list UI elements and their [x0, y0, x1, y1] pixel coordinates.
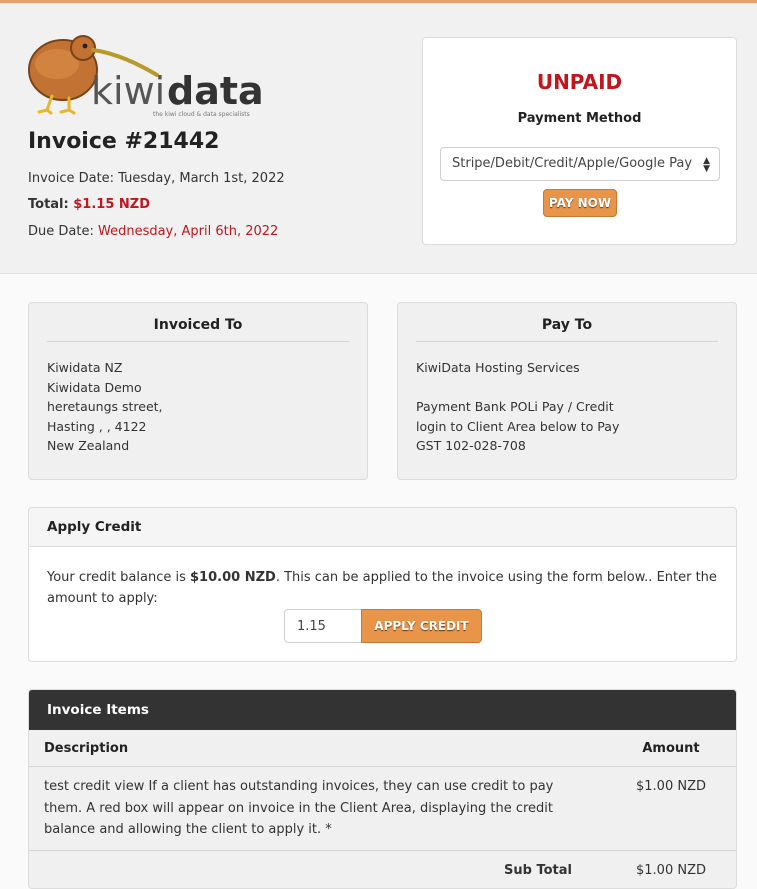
pay-now-button[interactable]: PAY NOW — [543, 189, 617, 217]
pay-to-line: login to Client Area below to Pay — [416, 418, 620, 434]
subtotal-label: Sub Total — [29, 850, 606, 888]
credit-balance: $10.00 NZD — [190, 570, 276, 585]
subtotal-value: $1.00 NZD — [606, 850, 736, 888]
invoice-date-value: Tuesday, March 1st, 2022 — [118, 171, 285, 186]
invoice-total-label: Total: — [28, 197, 69, 212]
payment-status: UNPAID — [536, 70, 623, 94]
invoice-due-date: Due Date: Wednesday, April 6th, 2022 — [28, 224, 278, 239]
credit-text-before: Your credit balance is — [47, 570, 191, 585]
payment-method-value: Stripe/Debit/Credit/Apple/Google Pay — [452, 156, 693, 171]
kiwi-bird-icon: kiwi data the kiwi cloud & data speciali… — [28, 35, 264, 118]
pay-to-spacer — [416, 378, 619, 398]
invoice-date: Invoice Date: Tuesday, March 1st, 2022 — [28, 171, 285, 186]
svg-text:data: data — [167, 69, 264, 113]
invoice-title: Invoice #21442 — [28, 129, 220, 154]
kiwidata-logo: kiwi data the kiwi cloud & data speciali… — [27, 30, 277, 120]
subtotal-row: Sub Total $1.00 NZD — [29, 850, 736, 888]
pay-to-details: KiwiData Hosting Services Payment Bank P… — [416, 358, 619, 456]
payment-box: UNPAID Payment Method Stripe/Debit/Credi… — [422, 37, 737, 245]
pay-to-line: GST 102-028-708 — [416, 438, 526, 453]
invoiced-to-address: Kiwidata NZ Kiwidata Demo heretaungs str… — [47, 358, 163, 456]
pay-to-title: Pay To — [416, 317, 718, 342]
invoice-date-label: Invoice Date: — [28, 171, 115, 186]
amount-column-header: Amount — [606, 730, 736, 767]
svg-text:kiwi: kiwi — [91, 69, 165, 113]
apply-credit-title: Apply Credit — [29, 508, 736, 547]
invoice-items-panel: Invoice Items Description Amount test cr… — [28, 689, 737, 889]
invoice-total: Total: $1.15 NZD — [28, 197, 150, 212]
pay-to-line: KiwiData Hosting Services — [416, 360, 580, 375]
address-line: Kiwidata NZ — [47, 360, 123, 375]
address-line: heretaungs street, — [47, 399, 163, 414]
item-description: test credit view If a client has outstan… — [29, 766, 606, 851]
payment-method-select[interactable]: Stripe/Debit/Credit/Apple/Google Pay ▲ ▼ — [440, 147, 720, 181]
address-line: Kiwidata Demo — [47, 379, 142, 395]
pay-to-line: Payment Bank POLi Pay / Credit — [416, 399, 614, 414]
credit-amount-input[interactable]: 1.15 — [284, 609, 362, 643]
invoiced-to-title: Invoiced To — [47, 317, 349, 342]
apply-credit-button[interactable]: APPLY CREDIT — [361, 609, 482, 643]
pay-to-panel: Pay To KiwiData Hosting Services Payment… — [397, 302, 737, 480]
table-row: test credit view If a client has outstan… — [29, 766, 736, 851]
invoice-items-table: Description Amount test credit view If a… — [29, 730, 736, 888]
item-amount: $1.00 NZD — [606, 766, 736, 851]
payment-method-label: Payment Method — [517, 111, 642, 126]
address-line: Hasting , , 4122 — [47, 418, 147, 434]
invoice-total-value: $1.15 NZD — [73, 197, 150, 212]
select-arrows-icon: ▲ ▼ — [703, 156, 710, 174]
apply-credit-panel: Apply Credit Your credit balance is $10.… — [28, 507, 737, 662]
due-date-label: Due Date: — [28, 224, 94, 239]
credit-description: Your credit balance is $10.00 NZD. This … — [47, 567, 717, 609]
description-column-header: Description — [29, 730, 606, 767]
svg-text:the kiwi cloud & data speciali: the kiwi cloud & data specialists — [153, 111, 250, 118]
address-line: New Zealand — [47, 438, 130, 453]
invoice-header: kiwi data the kiwi cloud & data speciali… — [0, 3, 757, 274]
invoiced-to-panel: Invoiced To Kiwidata NZ Kiwidata Demo he… — [28, 302, 368, 480]
invoice-items-title: Invoice Items — [29, 690, 736, 730]
table-header-row: Description Amount — [29, 730, 736, 767]
due-date-value: Wednesday, April 6th, 2022 — [97, 224, 279, 239]
